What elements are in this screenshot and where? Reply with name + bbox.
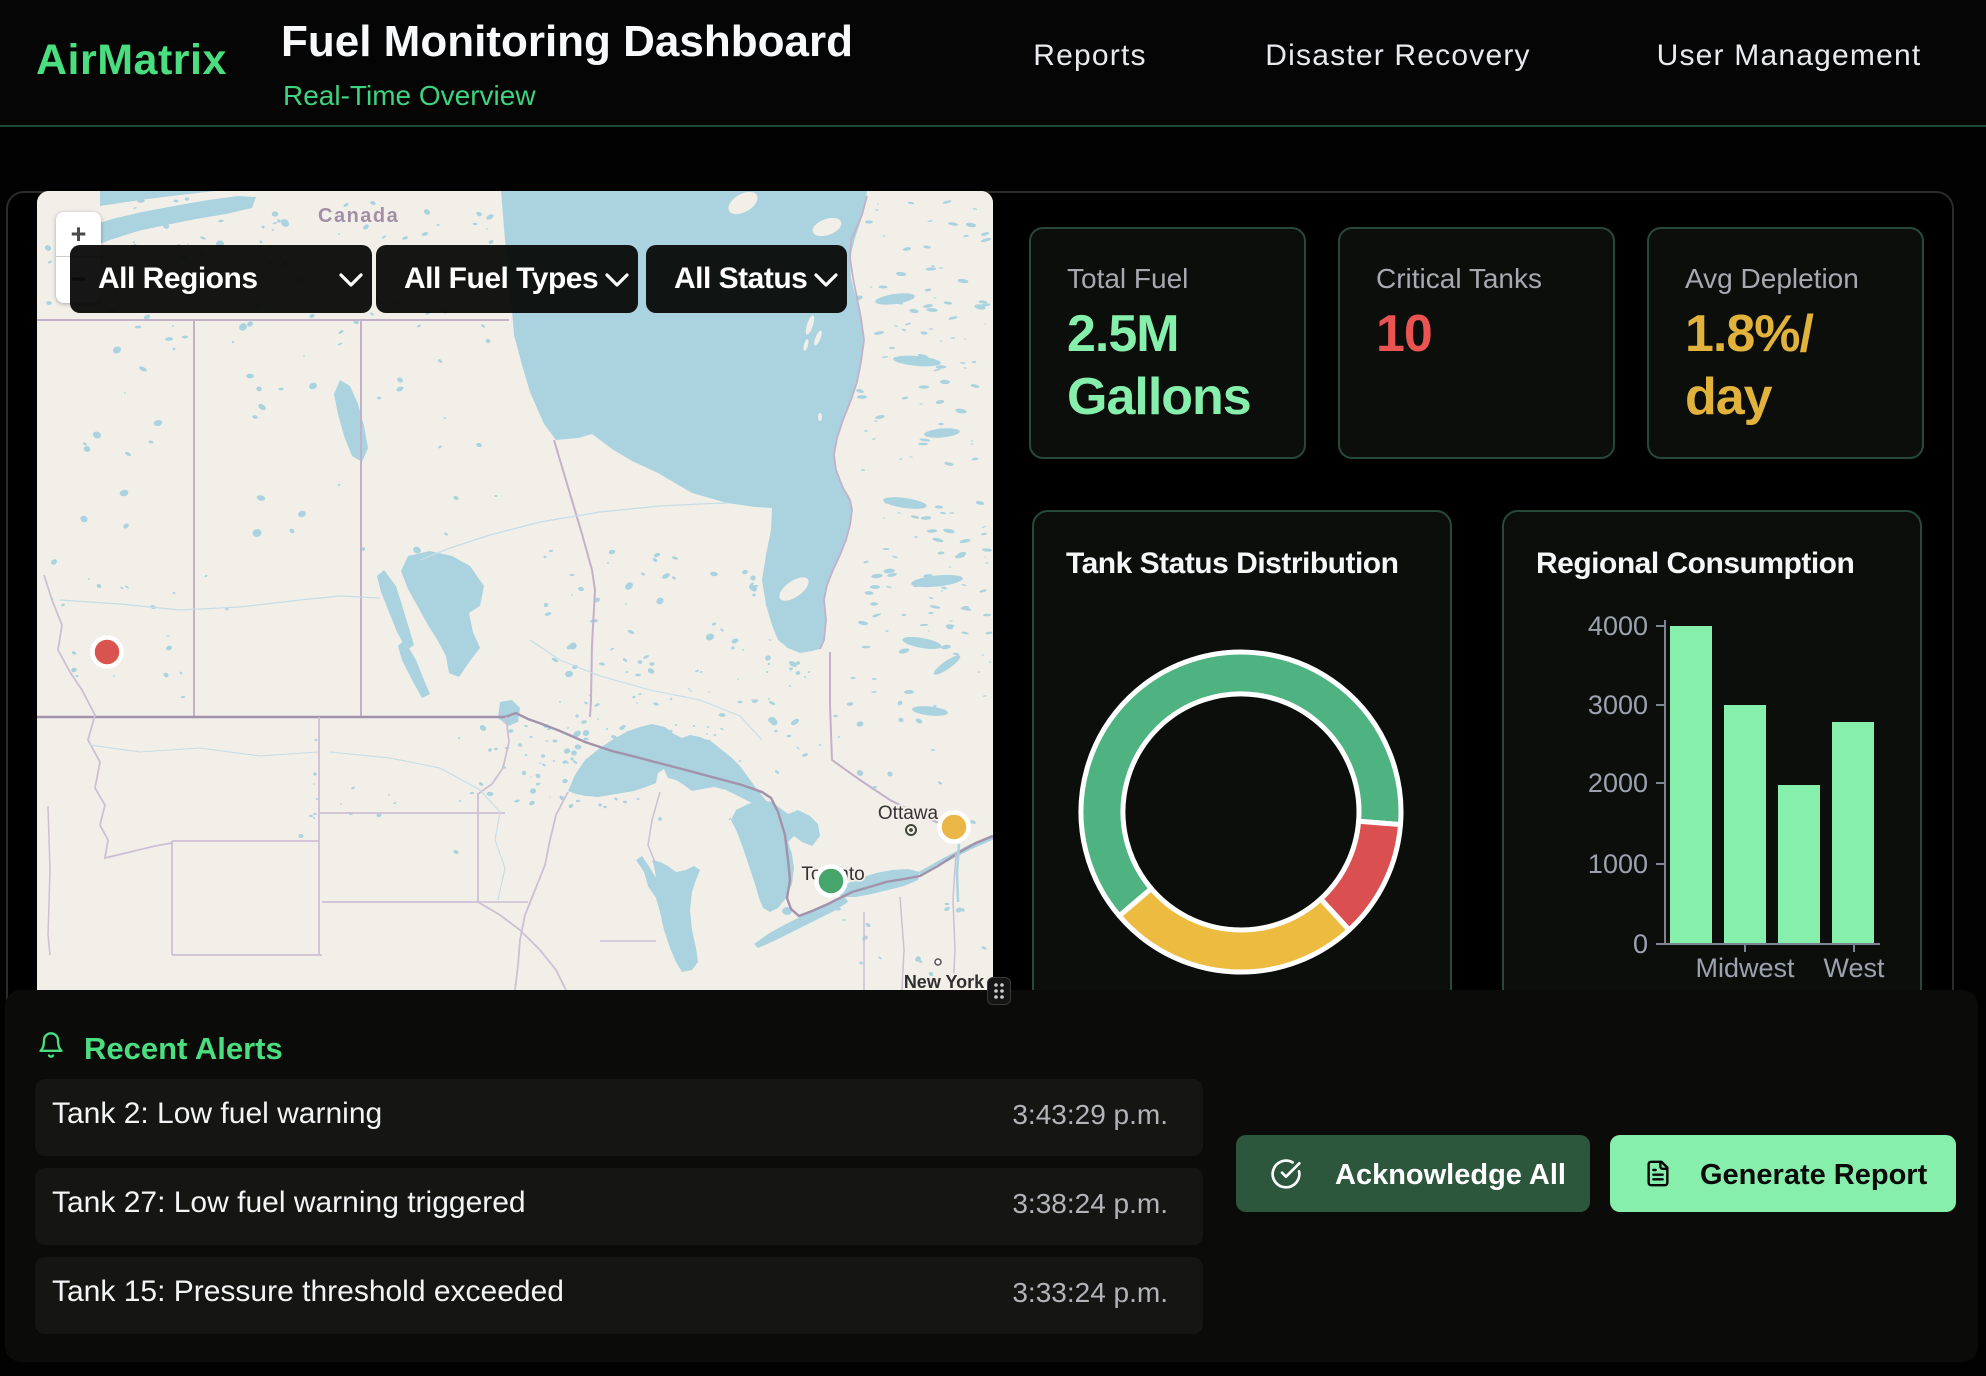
svg-text:Midwest: Midwest bbox=[1695, 953, 1795, 983]
svg-text:Ottawa: Ottawa bbox=[878, 803, 939, 824]
svg-text:Canada: Canada bbox=[318, 205, 399, 227]
svg-text:West: West bbox=[1823, 953, 1885, 983]
svg-text:4000: 4000 bbox=[1588, 611, 1648, 641]
svg-text:New York: New York bbox=[904, 972, 985, 990]
svg-text:0: 0 bbox=[1633, 929, 1648, 959]
svg-text:2000: 2000 bbox=[1588, 768, 1648, 798]
svg-text:1000: 1000 bbox=[1588, 849, 1648, 879]
svg-text:3000: 3000 bbox=[1588, 690, 1648, 720]
